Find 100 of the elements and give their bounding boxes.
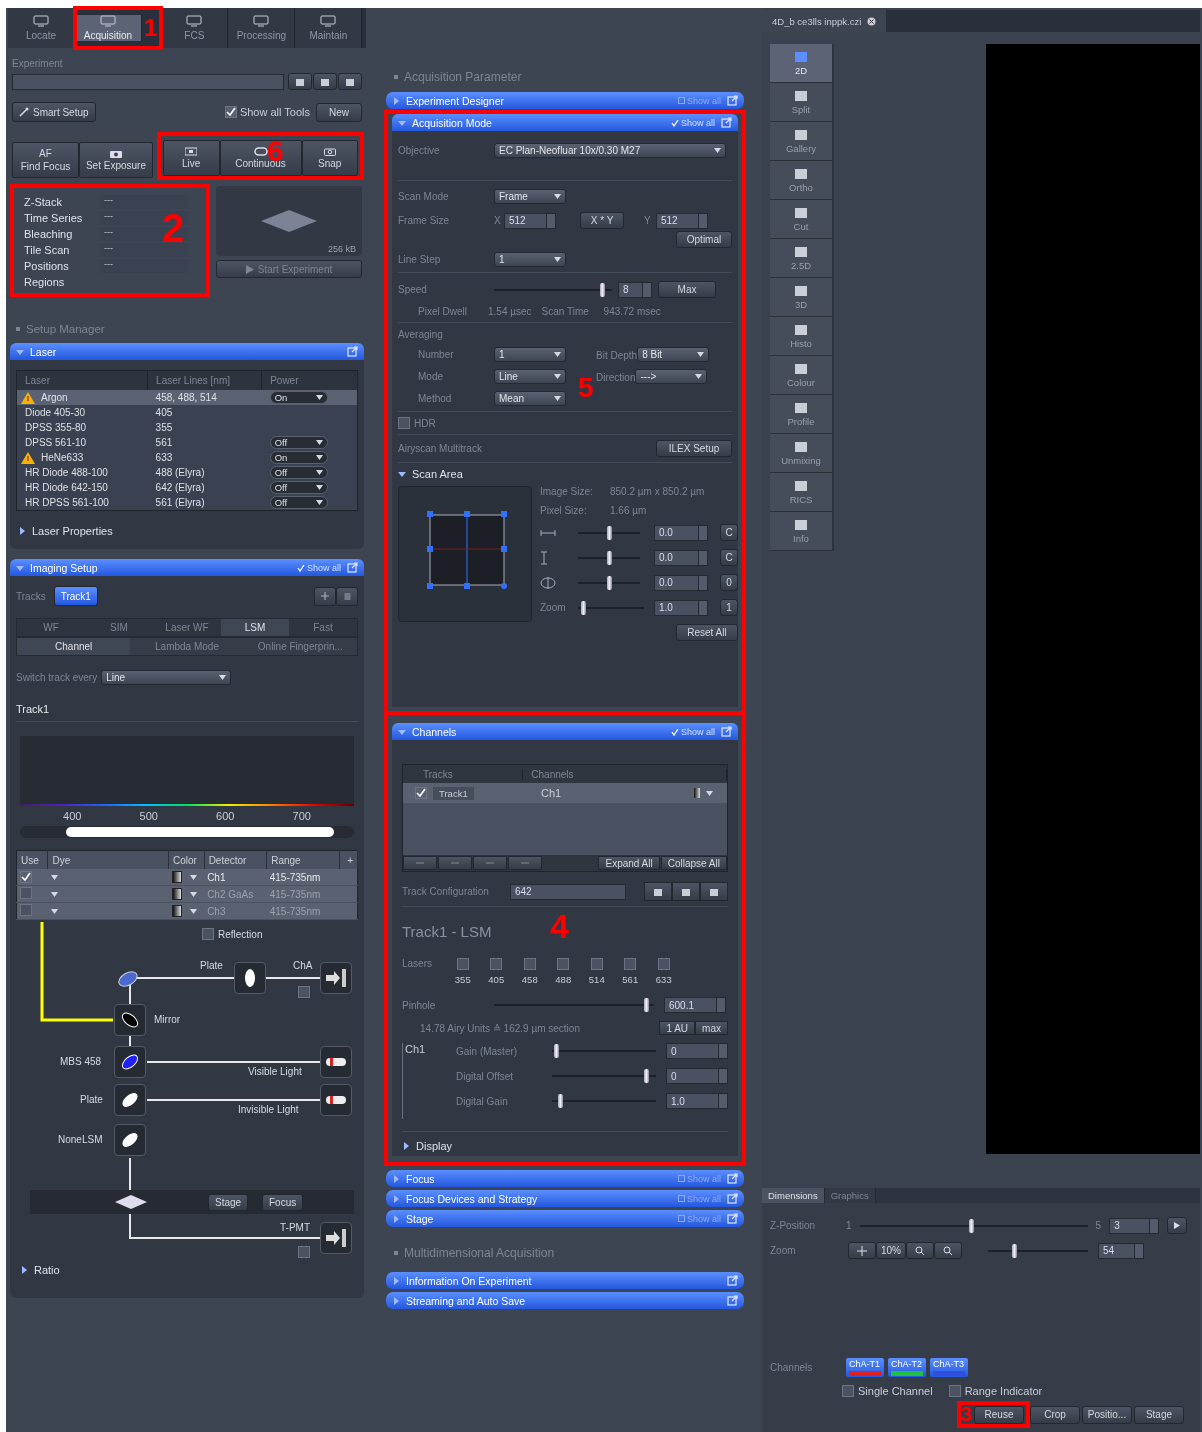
ilex-setup-button[interactable]: ILEX Setup <box>656 440 732 457</box>
view-button[interactable]: Info <box>770 512 832 551</box>
ratio-toggle[interactable]: Ratio <box>34 1264 60 1276</box>
laser-row[interactable]: HR Diode 488-100 488 (Elyra) Off <box>16 465 358 480</box>
experiment-option[interactable]: Positions <box>24 259 100 272</box>
mode-tab[interactable]: Fast <box>289 619 357 636</box>
laser-row[interactable]: DPSS 355-80 355 <box>16 420 358 435</box>
laser-row[interactable]: HR DPSS 561-100 561 (Elyra) Off <box>16 495 358 511</box>
document-tab[interactable]: 4D_b ce3lls inppk.czi <box>762 10 887 32</box>
reset-value-button[interactable]: C <box>720 524 738 541</box>
mode-tab[interactable]: Acquisition <box>75 15 142 41</box>
laser-row[interactable]: Argon 458, 488, 514 On <box>16 390 358 405</box>
reset-value-button[interactable]: 0 <box>720 574 738 591</box>
mode-tab[interactable]: Locate <box>8 8 75 48</box>
dropdown[interactable]: Line <box>494 369 566 384</box>
focus-button[interactable]: Focus <box>262 1194 304 1211</box>
laser-row[interactable]: DPSS 561-10 561 Off <box>16 435 358 450</box>
view-button[interactable]: Gallery <box>770 122 832 161</box>
mode-tab[interactable]: WF <box>17 619 85 636</box>
view-button[interactable]: Split <box>770 83 832 122</box>
show-all-label[interactable]: Show all <box>306 562 341 573</box>
dropdown[interactable]: 8 Bit <box>637 347 710 362</box>
display-toggle[interactable]: Display <box>416 1140 453 1152</box>
mode-tab[interactable]: Processing <box>228 8 296 48</box>
track-button[interactable]: Track1 <box>53 586 98 606</box>
view-button[interactable]: 3D <box>770 278 832 317</box>
mode-tab[interactable]: Channel <box>17 638 131 655</box>
stage-button[interactable]: Stage <box>208 1194 249 1211</box>
power-dropdown[interactable]: On <box>269 451 328 464</box>
max-button[interactable]: max <box>695 1021 728 1035</box>
channel-button[interactable]: ChA-T1 <box>846 1358 884 1377</box>
power-dropdown[interactable]: Off <box>269 481 328 494</box>
experiment-option[interactable]: Bleaching <box>24 227 100 240</box>
mode-tab[interactable]: FCS <box>161 8 229 48</box>
dropdown[interactable]: ---> <box>635 369 708 384</box>
dropdown[interactable]: 1 <box>494 347 566 362</box>
max-button[interactable]: Max <box>658 281 716 298</box>
channel-button[interactable]: ChA-T2 <box>888 1358 926 1377</box>
panel-header[interactable]: Stage Show all <box>386 1210 744 1227</box>
mode-tab[interactable]: Laser WF <box>153 619 221 636</box>
one-au-button[interactable]: 1 AU <box>659 1021 696 1035</box>
experiment-option[interactable]: Tile Scan <box>24 243 100 256</box>
toolbar-button[interactable]: Crop <box>1030 1405 1080 1424</box>
panel-header[interactable]: Channels Show all <box>392 723 738 740</box>
panel-header[interactable]: Acquisition Mode Show all <box>392 114 738 131</box>
dropdown[interactable]: Frame <box>494 189 566 204</box>
reset-all-button[interactable]: Reset All <box>676 624 738 641</box>
zoom-percent-button[interactable]: 10% <box>876 1242 906 1259</box>
acquire-button[interactable]: Live <box>163 140 220 176</box>
dropdown[interactable]: 1 <box>494 252 566 267</box>
power-dropdown[interactable]: Off <box>269 436 328 449</box>
view-button[interactable]: Colour <box>770 356 832 395</box>
track-chip[interactable]: Track1 <box>433 786 474 800</box>
panel-tab[interactable]: Graphics <box>824 1188 876 1203</box>
view-button[interactable]: 2D <box>770 44 832 83</box>
panel-header[interactable]: Imaging Setup Show all <box>10 559 364 576</box>
view-button[interactable]: Ortho <box>770 161 832 200</box>
toolbar-button[interactable]: Positio... <box>1082 1405 1132 1424</box>
panel-header[interactable]: Focus Show all <box>386 1170 744 1187</box>
channel-button[interactable]: ChA-T3 <box>930 1358 968 1377</box>
view-button[interactable]: 2.5D <box>770 239 832 278</box>
mode-tab[interactable]: Maintain <box>295 8 363 48</box>
dropdown[interactable]: Line <box>101 670 232 685</box>
power-dropdown[interactable]: On <box>269 391 328 404</box>
smart-setup-button[interactable]: Smart Setup <box>12 102 96 122</box>
track-configuration-field[interactable]: 642 <box>510 883 626 900</box>
view-button[interactable]: RICS <box>770 473 832 512</box>
panel-header[interactable]: Streaming and Auto Save <box>386 1292 744 1309</box>
panel-tab[interactable]: Dimensions <box>762 1188 825 1203</box>
new-button[interactable]: New <box>316 102 362 122</box>
xy-button[interactable]: X * Y <box>580 212 624 229</box>
panel-header[interactable]: Experiment Designer Show all <box>386 92 744 109</box>
laser-row[interactable]: Diode 405-30 405 <box>16 405 358 420</box>
objective-dropdown[interactable]: EC Plan-Neofluar 10x/0.30 M27 <box>494 143 726 158</box>
view-button[interactable]: Unmixing <box>770 434 832 473</box>
view-button[interactable]: Cut <box>770 200 832 239</box>
view-button[interactable]: Profile <box>770 395 832 434</box>
range-dropdown[interactable]: 415-735nm <box>266 869 340 886</box>
experiment-option[interactable]: Z-Stack <box>24 195 100 208</box>
reset-value-button[interactable]: 1 <box>720 599 738 616</box>
panel-header[interactable]: Laser <box>10 343 364 360</box>
mode-tab[interactable]: SIM <box>85 619 153 636</box>
dropdown[interactable]: Mean <box>494 391 566 406</box>
panel-header[interactable]: Information On Experiment <box>386 1272 744 1289</box>
laser-row[interactable]: HeNe633 633 On <box>16 450 358 465</box>
laser-row[interactable]: HR Diode 642-150 642 (Elyra) Off <box>16 480 358 495</box>
mode-tab[interactable]: LSM <box>221 619 289 636</box>
reset-value-button[interactable]: C <box>720 549 738 566</box>
set-exposure-button[interactable]: Set Exposure <box>78 142 153 178</box>
experiment-option[interactable]: Time Series <box>24 211 100 224</box>
view-button[interactable]: Histo <box>770 317 832 356</box>
panel-header[interactable]: Focus Devices and Strategy Show all <box>386 1190 744 1207</box>
optimal-button[interactable]: Optimal <box>676 231 732 248</box>
toolbar-button[interactable]: Reuse <box>974 1405 1024 1424</box>
power-dropdown[interactable]: Off <box>269 496 328 509</box>
show-all-label[interactable]: Show all <box>680 726 715 737</box>
acquire-button[interactable]: Snap <box>301 140 358 176</box>
power-dropdown[interactable]: Off <box>269 466 328 479</box>
show-all-label[interactable]: Show all <box>680 117 715 128</box>
expand-all-button[interactable]: Expand All <box>598 856 660 870</box>
